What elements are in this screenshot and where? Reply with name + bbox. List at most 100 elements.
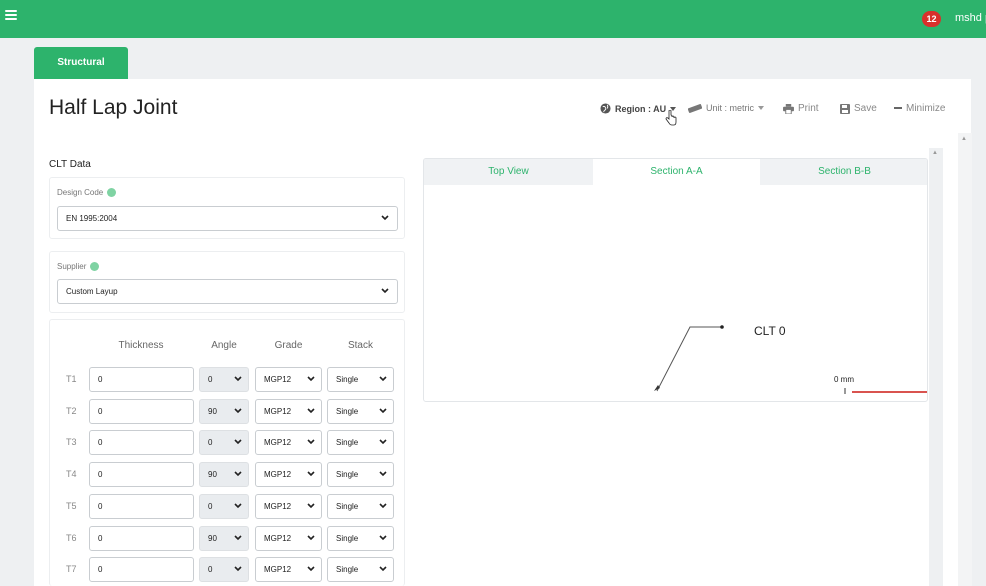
grade-select[interactable]: MGP12 bbox=[255, 525, 322, 551]
thickness-input[interactable]: 0 bbox=[89, 398, 194, 424]
thickness-input[interactable]: 0 bbox=[89, 430, 194, 456]
layer-row-label: T5 bbox=[66, 500, 77, 511]
angle-select-value: 0 bbox=[208, 565, 213, 575]
info-icon[interactable] bbox=[107, 188, 117, 197]
info-icon[interactable] bbox=[90, 262, 100, 271]
grade-select[interactable]: MGP12 bbox=[255, 493, 322, 519]
outer-scrollbar[interactable] bbox=[958, 133, 972, 586]
section-drawing: CLT 0 0 mm bbox=[654, 324, 927, 394]
chevron-down-icon bbox=[234, 471, 242, 477]
design-code-field-label: Design Code bbox=[57, 188, 117, 197]
chevron-down-icon bbox=[379, 534, 387, 540]
thickness-input-value: 0 bbox=[98, 375, 103, 384]
stack-select[interactable]: Single bbox=[327, 462, 394, 488]
tab-section-a-a[interactable]: Section A-A bbox=[593, 159, 760, 185]
tab-top-view[interactable]: Top View bbox=[424, 159, 593, 185]
chevron-down-icon bbox=[234, 439, 242, 445]
angle-select[interactable]: 90 bbox=[199, 462, 249, 488]
globe-icon bbox=[600, 103, 611, 114]
hamburger-menu-icon[interactable] bbox=[5, 10, 17, 24]
chevron-down-icon bbox=[234, 376, 242, 382]
tab-section-b-b[interactable]: Section B-B bbox=[760, 159, 927, 185]
angle-select[interactable]: 0 bbox=[199, 430, 249, 456]
thickness-input[interactable]: 0 bbox=[89, 462, 194, 488]
minimize-button[interactable]: Minimize bbox=[894, 103, 945, 114]
chevron-down-icon bbox=[234, 408, 242, 413]
stack-select-value: Single bbox=[336, 438, 359, 448]
grade-select-value: MGP12 bbox=[264, 375, 292, 384]
design-code-select[interactable]: EN 1995:2004 bbox=[57, 206, 398, 231]
stack-select[interactable]: Single bbox=[327, 493, 394, 519]
caret-down-icon bbox=[758, 106, 765, 110]
design-code-value: EN 1995:2004 bbox=[66, 214, 118, 223]
stack-select[interactable]: Single bbox=[327, 525, 394, 551]
tab-structural[interactable]: Structural bbox=[34, 47, 128, 79]
unit-dropdown[interactable]: Unit : metric bbox=[688, 103, 765, 113]
grade-select[interactable]: MGP12 bbox=[255, 557, 322, 583]
stack-select[interactable]: Single bbox=[327, 367, 394, 392]
callout-label: CLT 0 bbox=[754, 324, 786, 338]
chevron-down-icon bbox=[379, 503, 387, 508]
thickness-input[interactable]: 0 bbox=[89, 367, 194, 392]
grade-select[interactable]: MGP12 bbox=[255, 367, 322, 392]
angle-select[interactable]: 0 bbox=[199, 493, 249, 519]
thickness-input[interactable]: 0 bbox=[89, 525, 194, 551]
minus-icon bbox=[894, 107, 902, 109]
chevron-down-icon bbox=[234, 534, 242, 540]
angle-select-value: 0 bbox=[208, 375, 213, 384]
angle-select[interactable]: 90 bbox=[199, 525, 249, 551]
view-panel: Top View Section A-A Section B-B CLT 0 0… bbox=[423, 158, 928, 402]
supplier-select[interactable]: Custom Layup bbox=[57, 279, 398, 304]
scroll-up-arrow-icon[interactable]: ▲ bbox=[932, 150, 938, 156]
stack-select[interactable]: Single bbox=[327, 430, 394, 456]
layer-row-label: T4 bbox=[66, 469, 77, 480]
save-button[interactable]: Save bbox=[840, 103, 877, 114]
design-code-card: Design Code EN 1995:2004 bbox=[49, 177, 405, 239]
layer-row-label: T6 bbox=[66, 532, 77, 543]
region-label: Region : AU bbox=[615, 103, 667, 114]
stack-select[interactable]: Single bbox=[327, 398, 394, 424]
grade-select-value: MGP12 bbox=[264, 470, 292, 480]
thickness-input-value: 0 bbox=[98, 438, 103, 448]
thickness-input-value: 0 bbox=[98, 470, 103, 480]
grade-select[interactable]: MGP12 bbox=[255, 462, 322, 488]
stack-select-value: Single bbox=[336, 533, 359, 543]
thickness-input[interactable]: 0 bbox=[89, 493, 194, 519]
top-navbar bbox=[0, 0, 986, 38]
angle-select[interactable]: 0 bbox=[199, 557, 249, 583]
thickness-input-value: 0 bbox=[98, 533, 103, 543]
stack-select[interactable]: Single bbox=[327, 557, 394, 583]
ruler-icon bbox=[688, 103, 702, 113]
thickness-header: Thickness bbox=[118, 340, 164, 351]
floppy-disk-icon bbox=[840, 103, 850, 114]
chevron-down-icon bbox=[379, 471, 387, 477]
grade-select-value: MGP12 bbox=[264, 565, 292, 575]
user-name[interactable]: mshd p bbox=[955, 12, 986, 24]
chevron-down-icon bbox=[381, 288, 389, 294]
page-title: Half Lap Joint bbox=[49, 96, 178, 119]
layer-row-label: T1 bbox=[66, 374, 77, 384]
chevron-down-icon bbox=[307, 439, 315, 445]
angle-select[interactable]: 90 bbox=[199, 398, 249, 424]
grade-select[interactable]: MGP12 bbox=[255, 398, 322, 424]
grade-select-value: MGP12 bbox=[264, 438, 292, 448]
angle-select[interactable]: 0 bbox=[199, 367, 249, 392]
inner-scrollbar[interactable] bbox=[929, 148, 943, 586]
stack-select-value: Single bbox=[336, 501, 359, 511]
hand-cursor-icon bbox=[665, 110, 677, 126]
supplier-card: Supplier Custom Layup bbox=[49, 251, 405, 313]
chevron-down-icon bbox=[379, 376, 387, 382]
scroll-up-arrow-icon[interactable]: ▲ bbox=[961, 136, 967, 142]
print-button[interactable]: Print bbox=[783, 103, 819, 114]
grade-select-value: MGP12 bbox=[264, 406, 292, 416]
stack-select-value: Single bbox=[336, 375, 359, 384]
thickness-input-value: 0 bbox=[98, 406, 103, 416]
layer-row-label: T3 bbox=[66, 437, 77, 448]
notification-badge[interactable]: 12 bbox=[922, 11, 941, 27]
printer-icon bbox=[783, 103, 794, 114]
chevron-down-icon bbox=[307, 408, 315, 413]
chevron-down-icon bbox=[307, 566, 315, 572]
grade-select[interactable]: MGP12 bbox=[255, 430, 322, 456]
thickness-input[interactable]: 0 bbox=[89, 557, 194, 583]
angle-header: Angle bbox=[211, 340, 237, 351]
